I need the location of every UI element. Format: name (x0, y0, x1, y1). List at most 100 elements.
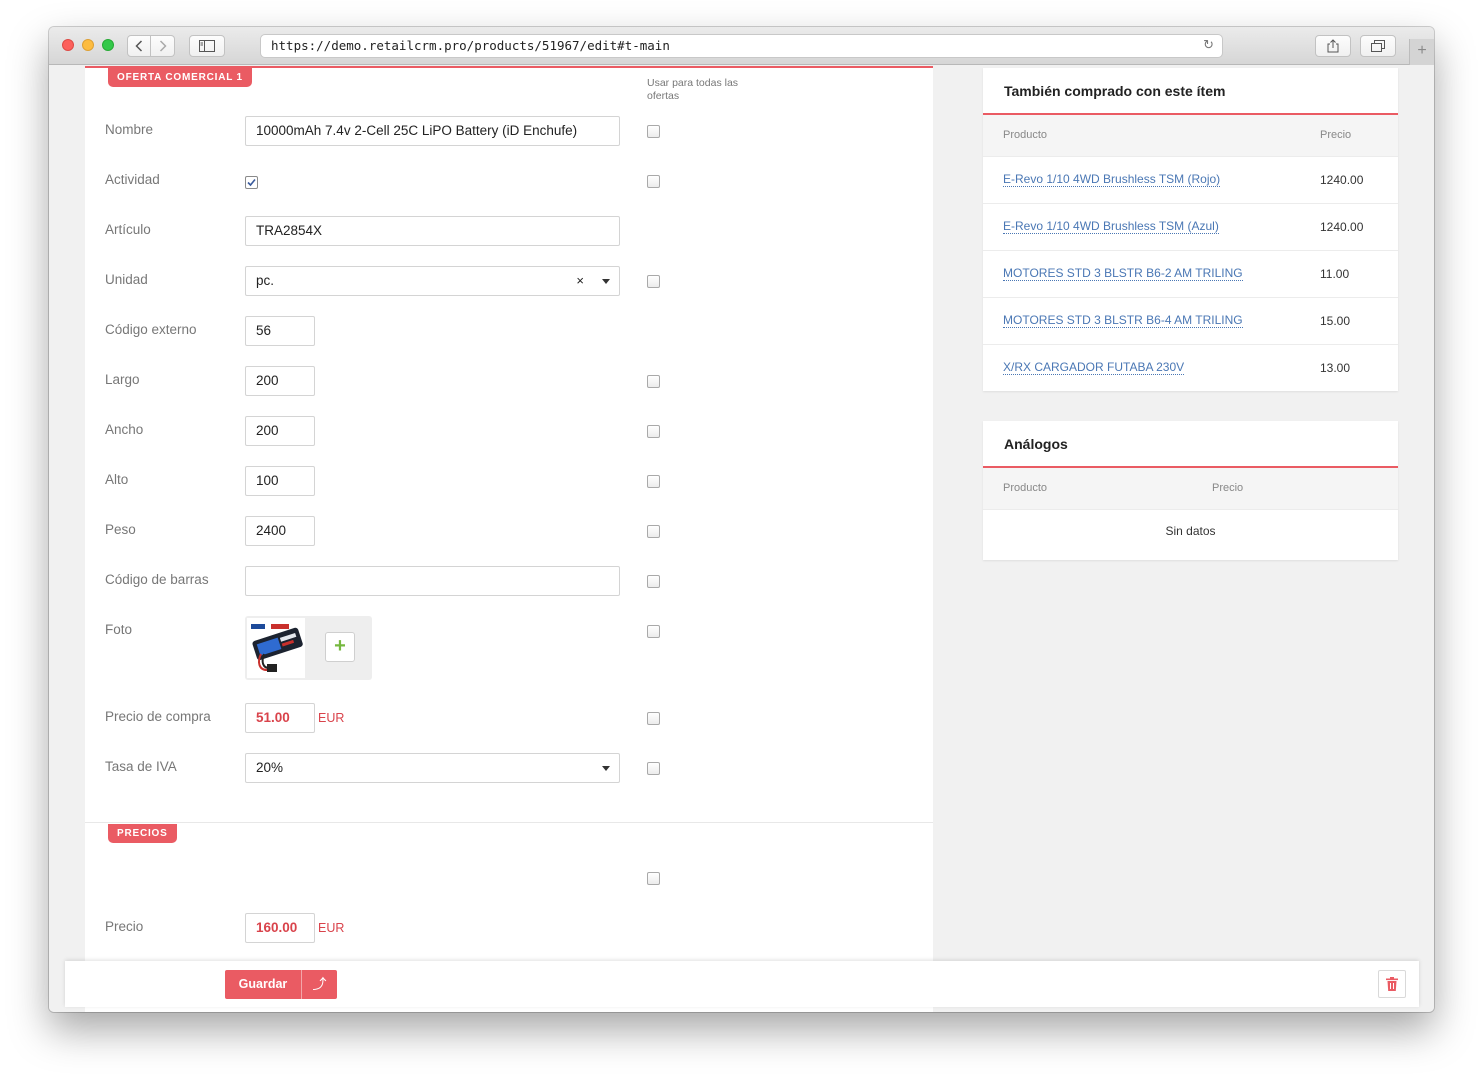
largo-input[interactable]: 200 (245, 366, 315, 396)
col-product-header: Producto (1003, 482, 1048, 494)
ancho-label: Ancho (105, 422, 144, 437)
tasa-iva-value: 20% (256, 760, 284, 775)
table-row: X/RX CARGADOR FUTABA 230V 13.00 (983, 344, 1398, 391)
product-link[interactable]: MOTORES STD 3 BLSTR B6-4 AM TRILING (1003, 314, 1243, 328)
product-price: 15.00 (1320, 314, 1351, 328)
table-row: E-Revo 1/10 4WD Brushless TSM (Azul) 1240… (983, 203, 1398, 250)
unidad-label: Unidad (105, 272, 148, 287)
empty-state: Sin datos (983, 509, 1398, 560)
also-bought-title: También comprado con este ítem (983, 68, 1398, 115)
new-tab-button[interactable]: + (1409, 39, 1434, 65)
action-bar: Guardar ⤴ (65, 961, 1419, 1007)
address-bar[interactable]: https://demo.retailcrm.pro/products/5196… (260, 34, 1223, 58)
precio-input[interactable]: 160.00 (245, 913, 315, 943)
reload-icon[interactable]: ↻ (1203, 35, 1214, 57)
codigo-barras-input[interactable] (245, 566, 620, 596)
check-icon (247, 178, 256, 187)
prices-section-tag: PRECIOS (108, 824, 177, 843)
product-price: 13.00 (1320, 361, 1351, 375)
sidebar-icon (199, 40, 215, 52)
share-icon (1327, 39, 1339, 53)
close-window-button[interactable] (62, 39, 74, 51)
product-photo-thumbnail[interactable] (247, 618, 305, 678)
tasa-iva-label: Tasa de IVA (105, 759, 177, 774)
chevron-right-icon (159, 40, 167, 52)
foto-label: Foto (105, 622, 133, 637)
largo-apply-all-checkbox[interactable] (647, 375, 660, 388)
plus-icon: + (1417, 42, 1427, 59)
share-button[interactable] (1315, 35, 1351, 57)
add-photo-button[interactable]: + (325, 632, 355, 662)
product-link[interactable]: E-Revo 1/10 4WD Brushless TSM (Rojo) (1003, 173, 1221, 187)
table-row: MOTORES STD 3 BLSTR B6-4 AM TRILING 15.00 (983, 297, 1398, 344)
also-bought-panel: También comprado con este ítem Producto … (983, 68, 1398, 391)
apply-all-offers-header: Usar para todas las ofertas (647, 77, 739, 102)
ancho-input[interactable]: 200 (245, 416, 315, 446)
analogs-panel: Análogos Producto Precio Sin datos (983, 421, 1398, 560)
nombre-apply-all-checkbox[interactable] (647, 125, 660, 138)
browser-window: https://demo.retailcrm.pro/products/5196… (49, 27, 1434, 1012)
peso-apply-all-checkbox[interactable] (647, 525, 660, 538)
alto-input[interactable]: 100 (245, 466, 315, 496)
table-row: E-Revo 1/10 4WD Brushless TSM (Rojo) 1240… (983, 156, 1398, 203)
forward-button[interactable] (151, 35, 175, 57)
alto-label: Alto (105, 472, 129, 487)
nombre-label: Nombre (105, 122, 154, 137)
peso-input[interactable]: 2400 (245, 516, 315, 546)
chevron-left-icon (135, 40, 143, 52)
clear-icon[interactable]: × (576, 267, 584, 295)
minimize-window-button[interactable] (82, 39, 94, 51)
articulo-label: Artículo (105, 222, 151, 237)
tasa-iva-select[interactable]: 20% (245, 753, 620, 783)
unidad-apply-all-checkbox[interactable] (647, 275, 660, 288)
section-divider (85, 822, 933, 823)
precio-compra-apply-all-checkbox[interactable] (647, 712, 660, 725)
back-button[interactable] (127, 35, 151, 57)
page-content: OFERTA COMERCIAL 1 Usar para todas las o… (49, 66, 1434, 1012)
prices-apply-all-checkbox[interactable] (647, 872, 660, 885)
tabs-icon (1371, 40, 1385, 52)
alto-apply-all-checkbox[interactable] (647, 475, 660, 488)
tasa-iva-apply-all-checkbox[interactable] (647, 762, 660, 775)
codigo-externo-input[interactable]: 56 (245, 316, 315, 346)
url-text: https://demo.retailcrm.pro/products/5196… (271, 38, 670, 53)
trash-icon (1386, 977, 1398, 991)
maximize-window-button[interactable] (102, 39, 114, 51)
caret-down-icon (602, 279, 610, 284)
show-tabs-button[interactable] (1360, 35, 1396, 57)
product-price: 1240.00 (1320, 173, 1364, 187)
save-and-exit-icon[interactable]: ⤴ (301, 970, 337, 999)
save-button[interactable]: Guardar ⤴ (225, 970, 337, 999)
precio-currency: EUR (318, 921, 345, 935)
actividad-apply-all-checkbox[interactable] (647, 175, 660, 188)
analogs-title: Análogos (983, 421, 1398, 468)
battery-image (251, 624, 303, 672)
actividad-checkbox[interactable] (245, 176, 258, 189)
also-bought-table-header: Producto Precio (983, 115, 1398, 156)
actividad-label: Actividad (105, 172, 160, 187)
col-price-header: Precio (1212, 482, 1244, 494)
save-button-label: Guardar (238, 977, 288, 991)
product-link[interactable]: E-Revo 1/10 4WD Brushless TSM (Azul) (1003, 220, 1219, 234)
caret-down-icon (602, 766, 610, 771)
col-price-header: Precio (1320, 129, 1352, 141)
foto-apply-all-checkbox[interactable] (647, 625, 660, 638)
col-product-header: Producto (1003, 129, 1048, 141)
precio-compra-currency: EUR (318, 711, 345, 725)
codigo-barras-apply-all-checkbox[interactable] (647, 575, 660, 588)
product-link[interactable]: MOTORES STD 3 BLSTR B6-2 AM TRILING (1003, 267, 1243, 281)
unidad-value: pc. (256, 273, 275, 288)
precio-compra-label: Precio de compra (105, 709, 211, 724)
offer-section-tag: OFERTA COMERCIAL 1 (108, 68, 252, 87)
delete-button[interactable] (1378, 970, 1406, 998)
unidad-select[interactable]: pc. × (245, 266, 620, 296)
ancho-apply-all-checkbox[interactable] (647, 425, 660, 438)
product-price: 11.00 (1320, 267, 1350, 281)
product-link[interactable]: X/RX CARGADOR FUTABA 230V (1003, 361, 1185, 375)
nombre-input[interactable]: 10000mAh 7.4v 2-Cell 25C LiPO Battery (i… (245, 116, 620, 146)
articulo-input[interactable]: TRA2854X (245, 216, 620, 246)
precio-compra-input[interactable]: 51.00 (245, 703, 315, 733)
sidebar-toggle-button[interactable] (189, 35, 225, 57)
codigo-externo-label: Código externo (105, 322, 197, 337)
photo-gallery: + (245, 616, 372, 680)
